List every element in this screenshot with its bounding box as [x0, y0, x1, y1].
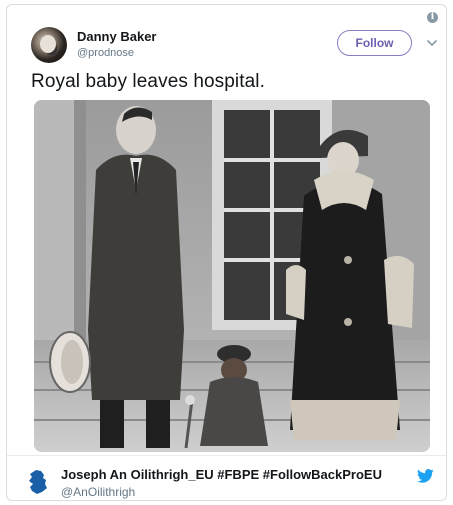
quoted-account-row[interactable]: Joseph An Oilithrigh_EU #FBPE #FollowBac…	[7, 456, 446, 500]
follow-button[interactable]: Follow	[337, 30, 412, 56]
photo-illustration	[34, 100, 430, 452]
ireland-map-icon	[29, 470, 47, 494]
info-icon[interactable]: i	[427, 12, 438, 23]
tweet-photo[interactable]	[34, 100, 430, 452]
chevron-down-icon[interactable]	[426, 37, 438, 49]
tweet-text: Royal baby leaves hospital.	[31, 71, 266, 92]
author-name[interactable]: Danny Baker	[77, 29, 156, 44]
tweet-header: Danny Baker @prodnose Follow	[31, 27, 438, 63]
quoted-account-handle[interactable]: @AnOilithrigh	[61, 485, 135, 499]
avatar[interactable]	[31, 27, 67, 63]
twitter-bird-icon[interactable]	[417, 469, 434, 483]
quoted-account-name[interactable]: Joseph An Oilithrigh_EU #FBPE #FollowBac…	[61, 467, 382, 482]
author-handle[interactable]: @prodnose	[77, 47, 134, 59]
tweet-card: i Danny Baker @prodnose Follow Royal bab…	[6, 4, 447, 501]
